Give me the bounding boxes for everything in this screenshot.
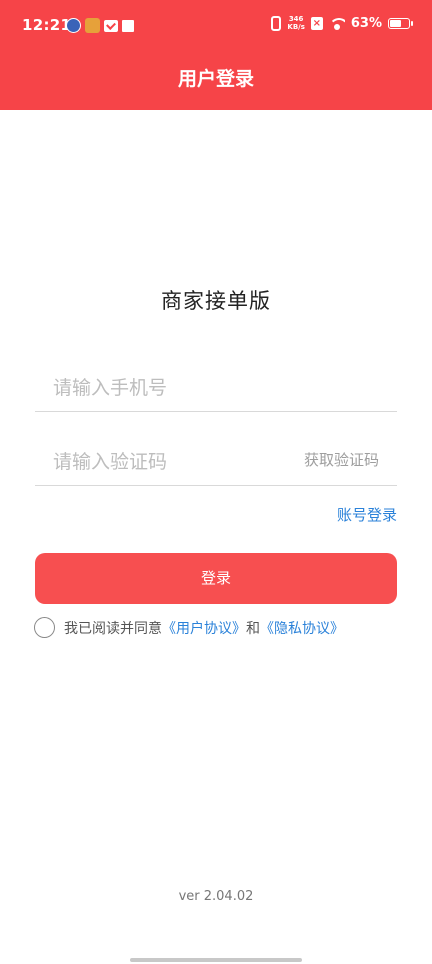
agreement-row: 我已阅读并同意 《用户协议》 和 《隐私协议》 bbox=[34, 617, 344, 638]
app-notification-icon bbox=[85, 18, 100, 33]
agreement-checkbox[interactable] bbox=[34, 617, 55, 638]
agreement-prefix: 我已阅读并同意 bbox=[64, 620, 162, 637]
network-speed-value: 346 bbox=[288, 15, 304, 23]
verification-code-input[interactable] bbox=[53, 444, 283, 480]
app-notification-icon bbox=[66, 18, 81, 33]
square-notification-icon bbox=[122, 19, 134, 32]
mail-notification-icon bbox=[104, 19, 118, 32]
no-sim-icon: × bbox=[310, 16, 323, 30]
get-code-button[interactable]: 获取验证码 bbox=[304, 449, 379, 470]
vibrate-icon bbox=[271, 15, 282, 31]
phone-field bbox=[35, 362, 397, 412]
status-time: 12:21 bbox=[22, 16, 72, 34]
status-bar: 12:21 346 KB/s × 63% bbox=[0, 0, 432, 52]
phone-input[interactable] bbox=[53, 370, 283, 406]
version-label: ver 2.04.02 bbox=[178, 889, 254, 904]
notification-icons bbox=[66, 18, 134, 33]
app-name: 商家接单版 bbox=[161, 289, 271, 313]
battery-fill bbox=[390, 19, 401, 27]
network-speed-unit: KB/s bbox=[287, 23, 305, 31]
agreement-conjunction: 和 bbox=[246, 620, 260, 637]
home-indicator[interactable] bbox=[130, 958, 302, 962]
user-agreement-link[interactable]: 《用户协议》 bbox=[162, 618, 246, 638]
privacy-agreement-link[interactable]: 《隐私协议》 bbox=[260, 618, 344, 638]
account-login-link[interactable]: 账号登录 bbox=[337, 504, 397, 525]
login-button[interactable]: 登录 bbox=[35, 553, 397, 604]
network-speed: 346 KB/s bbox=[287, 15, 304, 31]
status-right: 346 KB/s × 63% bbox=[271, 15, 413, 31]
page-title: 用户登录 bbox=[177, 68, 254, 90]
verification-code-field: 获取验证码 bbox=[35, 436, 397, 486]
battery-percent: 63% bbox=[350, 15, 382, 31]
wifi-icon bbox=[328, 16, 345, 30]
battery-icon bbox=[388, 17, 413, 29]
